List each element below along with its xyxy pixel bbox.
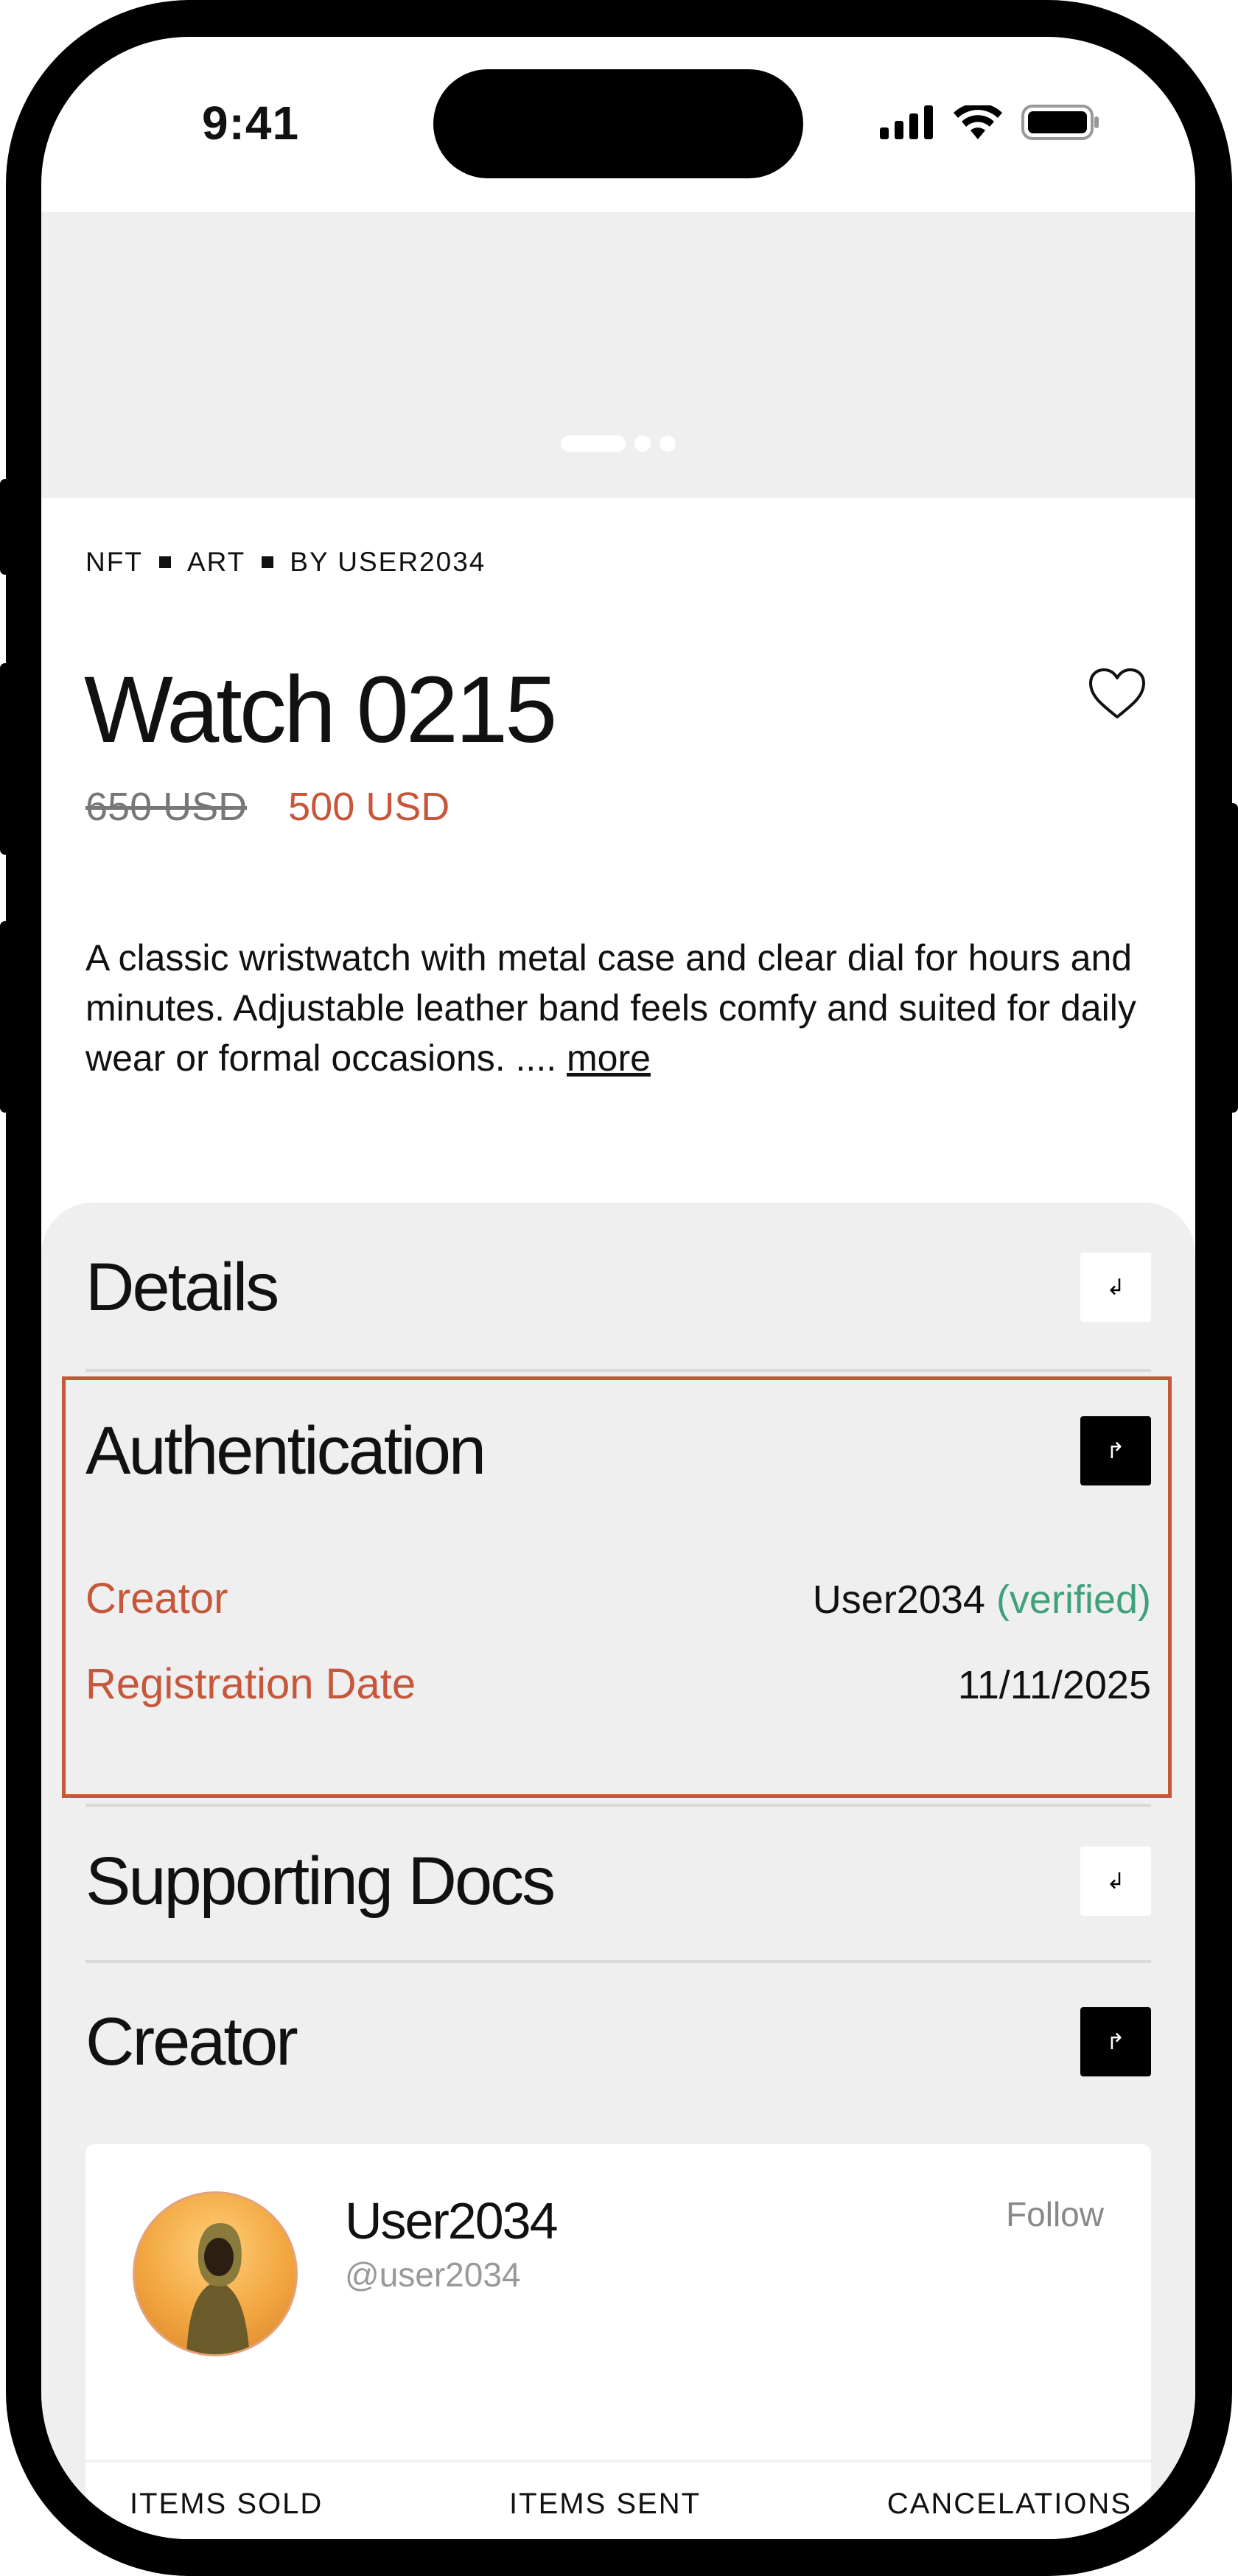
authentication-title: Authentication — [85, 1413, 486, 1488]
accordion-authentication[interactable]: Authentication ↱ — [85, 1416, 1151, 1485]
verified-badge: (verified) — [996, 1578, 1151, 1622]
breadcrumb-item[interactable]: ART — [187, 547, 245, 578]
status-icons — [880, 105, 1099, 140]
more-link[interactable]: more — [567, 1037, 651, 1079]
carousel-dot[interactable] — [634, 435, 651, 452]
accordion-creator[interactable]: Creator ↱ — [85, 2007, 1151, 2076]
details-title: Details — [85, 1250, 279, 1325]
creator-label: Creator — [85, 1575, 228, 1623]
divider — [85, 2460, 1151, 2463]
creator-username: User2034 — [812, 1578, 985, 1622]
creator-stats: ITEMS SOLD ITEMS SENT CANCELATIONS — [130, 2488, 1132, 2521]
product-title: Watch 0215 — [84, 657, 557, 763]
divider — [85, 1804, 1151, 1807]
expand-icon[interactable]: ↲ — [1080, 1847, 1151, 1916]
breadcrumb-item[interactable]: NFT — [85, 547, 143, 578]
stat-items-sold-label: ITEMS SOLD — [130, 2488, 324, 2520]
avatar[interactable] — [133, 2191, 298, 2356]
creator-value: User2034 (verified) — [813, 1577, 1151, 1623]
carousel-dot[interactable] — [660, 435, 676, 452]
sale-price: 500 USD — [288, 785, 450, 829]
creator-card: User2034 @user2034 Follow ITEMS SOLD ITE… — [85, 2144, 1151, 2539]
signal-icon — [880, 105, 933, 139]
product-description: A classic wristwatch with metal case and… — [85, 933, 1147, 1083]
dynamic-island — [433, 69, 803, 178]
original-price: 650 USD — [85, 785, 248, 829]
price-row: 650 USD 500 USD — [85, 784, 450, 830]
breadcrumb-item[interactable]: BY USER2034 — [290, 547, 486, 578]
hero-image-carousel[interactable] — [41, 212, 1195, 498]
divider — [85, 1369, 1151, 1372]
registration-date-row: Registration Date 11/11/2025 — [85, 1659, 1151, 1709]
power-button — [1228, 803, 1238, 1113]
screen: 9:41 NFT ART BY USER2034 Watch 0215 650 … — [41, 37, 1195, 2539]
collapse-icon[interactable]: ↱ — [1080, 2007, 1151, 2076]
creator-section-title: Creator — [85, 2004, 298, 2079]
creator-row: Creator User2034 (verified) — [85, 1574, 1151, 1623]
volume-up-button — [0, 663, 10, 855]
stat-cancelations-label: CANCELATIONS — [886, 2488, 1132, 2520]
avatar-image — [186, 2223, 250, 2354]
creator-name: User2034 — [345, 2192, 559, 2250]
status-time: 9:41 — [202, 97, 300, 150]
expand-icon[interactable]: ↲ — [1080, 1253, 1151, 1322]
carousel-indicator[interactable] — [561, 435, 676, 452]
separator-square — [158, 556, 171, 568]
accordion-supporting-docs[interactable]: Supporting Docs ↲ — [85, 1847, 1151, 1916]
supporting-docs-title: Supporting Docs — [85, 1844, 556, 1919]
creator-handle: @user2034 — [345, 2255, 521, 2294]
status-bar: 9:41 — [41, 37, 1195, 214]
accordion-details[interactable]: Details ↲ — [85, 1253, 1151, 1322]
separator-square — [262, 556, 274, 568]
follow-button[interactable]: Follow — [1006, 2194, 1104, 2234]
registration-date-label: Registration Date — [85, 1660, 416, 1708]
heart-icon[interactable] — [1088, 667, 1147, 720]
collapse-icon[interactable]: ↱ — [1080, 1416, 1151, 1485]
wifi-icon — [954, 105, 1002, 139]
battery-icon — [1021, 105, 1099, 140]
breadcrumb: NFT ART BY USER2034 — [85, 547, 486, 578]
carousel-dot-active[interactable] — [561, 435, 626, 452]
divider — [85, 1960, 1151, 1963]
stat-items-sent-label: ITEMS SENT — [509, 2488, 702, 2520]
registration-date-value: 11/11/2025 — [957, 1663, 1151, 1707]
side-button — [0, 479, 10, 575]
volume-down-button — [0, 921, 10, 1113]
